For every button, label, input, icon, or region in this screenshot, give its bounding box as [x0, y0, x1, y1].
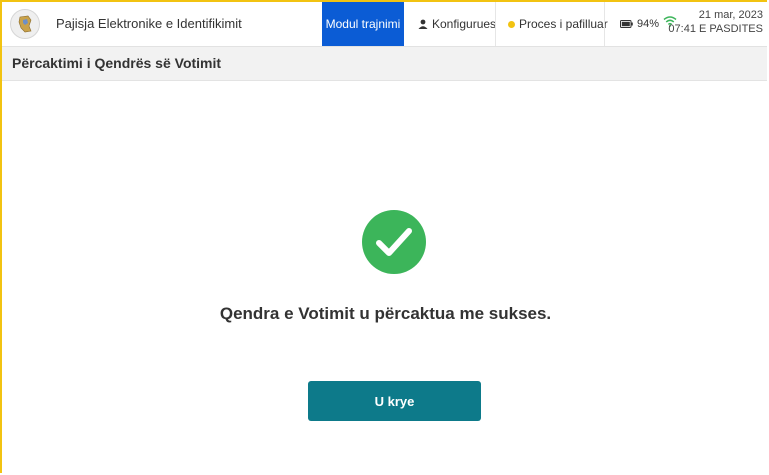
done-button[interactable]: U krye	[308, 381, 481, 421]
time-label: 07:41 E PASDITES	[668, 23, 763, 35]
training-mode-tab[interactable]: Modul trajnimi	[322, 2, 404, 46]
top-bar: Pajisja Elektronike e Identifikimit Modu…	[2, 2, 767, 47]
user-icon	[418, 19, 428, 29]
divider	[495, 2, 496, 46]
status-dot-icon	[508, 20, 515, 28]
success-message: Qendra e Votimit u përcaktua me sukses.	[219, 304, 552, 323]
battery-percent: 94%	[637, 18, 660, 30]
role-label: Konfigurues	[432, 17, 497, 31]
app-frame: Pajisja Elektronike e Identifikimit Modu…	[0, 0, 767, 473]
role-indicator: Konfigurues	[418, 2, 496, 46]
check-circle-icon	[362, 210, 426, 274]
training-mode-label: Modul trajnimi	[325, 17, 401, 31]
emblem-logo	[10, 9, 40, 39]
battery-indicator: 94%	[620, 2, 659, 46]
date-time: 21 mar, 2023 07:41 E PASDITES	[668, 8, 763, 36]
divider	[604, 2, 605, 46]
date-label: 21 mar, 2023	[698, 9, 763, 21]
app-title: Pajisja Elektronike e Identifikimit	[56, 16, 242, 31]
status-label: Proces i pafilluar	[519, 17, 608, 31]
page-title: Përcaktimi i Qendrës së Votimit	[12, 55, 222, 71]
battery-icon	[620, 20, 633, 28]
process-status: Proces i pafilluar	[508, 2, 608, 46]
page-header: Përcaktimi i Qendrës së Votimit	[2, 47, 767, 81]
